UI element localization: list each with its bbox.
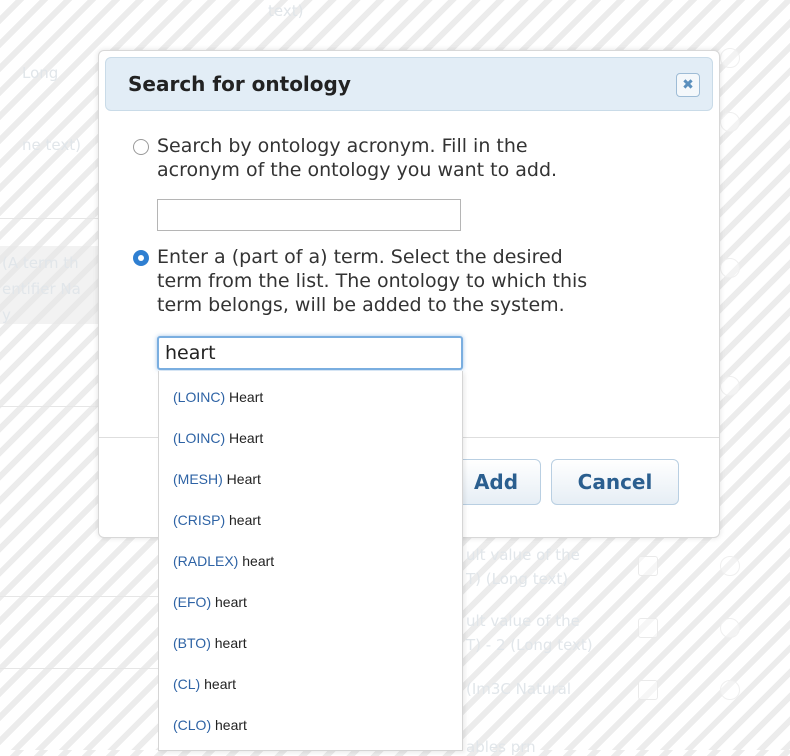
- background-radio: [720, 618, 740, 638]
- autocomplete-item[interactable]: (MESH) Heart: [173, 471, 261, 487]
- bg-text: (A term th: [2, 254, 79, 272]
- radio-search-by-term[interactable]: [133, 250, 149, 266]
- term-label: heart: [229, 512, 261, 528]
- option-term-line: term from the list. The ontology to whic…: [157, 270, 588, 292]
- bg-text: y: [2, 306, 11, 324]
- option-acronym-label: Search by ontology acronym. Fill in the …: [157, 134, 557, 182]
- bg-text: Long: [22, 64, 59, 82]
- autocomplete-item[interactable]: (BTO) heart: [173, 635, 247, 651]
- background-checkbox: [638, 618, 658, 638]
- background-checkbox: [638, 556, 658, 576]
- bg-text: ne text): [22, 136, 81, 154]
- bg-text: T) (Long text): [466, 570, 569, 588]
- ontology-code: (EFO): [173, 594, 212, 610]
- ontology-code: (CL): [173, 676, 201, 692]
- term-search-input[interactable]: heart: [157, 336, 463, 370]
- close-icon[interactable]: ✖: [676, 73, 700, 97]
- autocomplete-item[interactable]: (EFO) heart: [173, 594, 247, 610]
- term-label: heart: [204, 676, 237, 692]
- ontology-code: (LOINC): [173, 430, 226, 446]
- autocomplete-item[interactable]: (CRISP) heart: [173, 512, 261, 528]
- ontology-code: (BTO): [173, 635, 211, 651]
- autocomplete-item[interactable]: (RADLEX) heart: [173, 553, 274, 569]
- autocomplete-list: (LOINC) Heart (LOINC) Heart (MESH) Heart…: [158, 371, 463, 751]
- term-label: heart: [242, 553, 275, 569]
- term-label: heart: [214, 635, 247, 651]
- option-term-line: term belongs, will be added to the syste…: [157, 294, 565, 316]
- term-label: Heart: [226, 471, 261, 487]
- radio-search-by-acronym[interactable]: [133, 139, 149, 155]
- autocomplete-item[interactable]: (LOINC) Heart: [173, 389, 263, 405]
- bg-text: text): [268, 2, 304, 20]
- bg-text: entifier Na: [2, 280, 81, 298]
- autocomplete-item[interactable]: (CLO) heart: [173, 717, 247, 733]
- background-radio: [720, 680, 740, 700]
- bg-text: (Im3C Natural: [466, 680, 571, 698]
- ontology-code: (MESH): [173, 471, 223, 487]
- add-button[interactable]: Add: [451, 459, 541, 505]
- background-radio: [720, 258, 740, 278]
- acronym-input[interactable]: [157, 199, 461, 231]
- dialog-title-bar[interactable]: Search for ontology ✖: [105, 57, 713, 111]
- dialog-title: Search for ontology: [128, 72, 351, 96]
- bg-text: ult value of the: [466, 546, 580, 564]
- term-label: Heart: [229, 389, 264, 405]
- background-radio: [720, 376, 740, 396]
- option-term-line: Enter a (part of a) term. Select the des…: [157, 246, 563, 268]
- background-radio: [720, 48, 740, 68]
- term-label: heart: [215, 717, 247, 733]
- ontology-code: (RADLEX): [173, 553, 239, 569]
- autocomplete-item[interactable]: (CL) heart: [173, 676, 236, 692]
- ontology-code: (CLO): [173, 717, 212, 733]
- background-radio: [720, 556, 740, 576]
- term-label: Heart: [229, 430, 264, 446]
- option-acronym-line: Search by ontology acronym. Fill in the: [157, 135, 528, 157]
- option-acronym-line: acronym of the ontology you want to add.: [157, 159, 558, 181]
- bg-text: T) - 2 (Long text): [466, 636, 593, 654]
- bg-text: ult value of the: [466, 612, 580, 630]
- term-label: heart: [215, 594, 247, 610]
- bg-text: ables prn: [466, 738, 536, 756]
- option-term-label: Enter a (part of a) term. Select the des…: [157, 245, 587, 317]
- autocomplete-item[interactable]: (LOINC) Heart: [173, 430, 263, 446]
- cancel-button[interactable]: Cancel: [551, 459, 679, 505]
- background-radio: [720, 112, 740, 132]
- background-checkbox: [638, 680, 658, 700]
- ontology-code: (CRISP): [173, 512, 226, 528]
- ontology-code: (LOINC): [173, 389, 226, 405]
